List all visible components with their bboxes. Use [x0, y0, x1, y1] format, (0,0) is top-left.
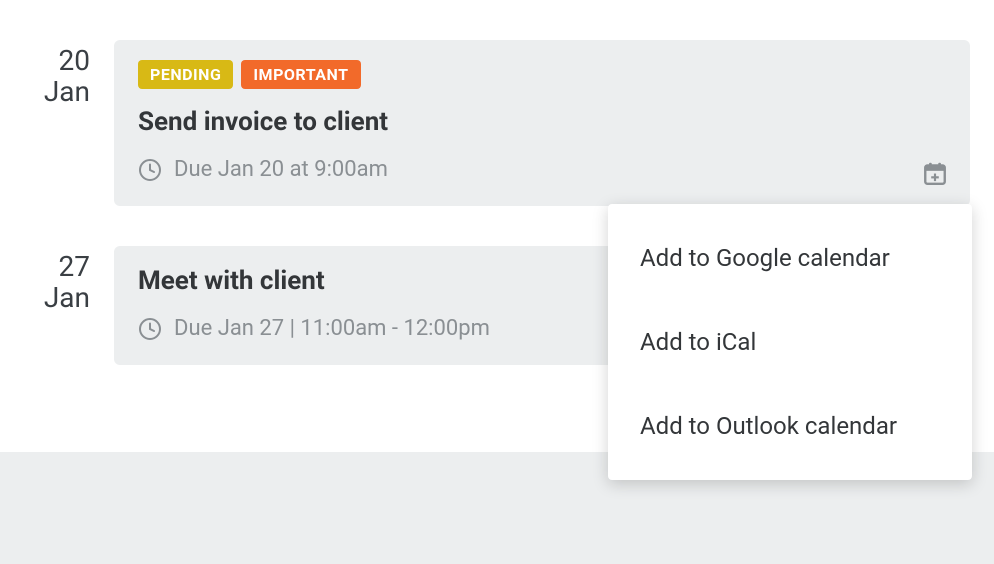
event-date-month: Jan [24, 283, 90, 314]
badge-important: IMPORTANT [241, 60, 360, 89]
menu-item-google-calendar[interactable]: Add to Google calendar [608, 216, 972, 300]
badge-row: PENDING IMPORTANT [138, 60, 946, 89]
event-row: 20 Jan PENDING IMPORTANT Send invoice to… [24, 40, 970, 206]
event-due-text: Due Jan 20 at 9:00am [174, 157, 388, 182]
event-due-text: Due Jan 27 | 11:00am - 12:00pm [174, 316, 490, 341]
event-date-day: 20 [24, 46, 90, 77]
event-due-row: Due Jan 20 at 9:00am [138, 157, 946, 182]
event-date: 20 Jan [24, 40, 114, 206]
calendar-add-icon[interactable] [922, 160, 948, 186]
menu-item-ical[interactable]: Add to iCal [608, 300, 972, 384]
menu-item-outlook-calendar[interactable]: Add to Outlook calendar [608, 384, 972, 468]
event-date-day: 27 [24, 252, 90, 283]
event-date: 27 Jan [24, 246, 114, 365]
event-title: Send invoice to client [138, 107, 946, 137]
event-card[interactable]: PENDING IMPORTANT Send invoice to client… [114, 40, 970, 206]
clock-icon [138, 158, 162, 182]
clock-icon [138, 317, 162, 341]
calendar-export-menu: Add to Google calendar Add to iCal Add t… [608, 204, 972, 480]
event-date-month: Jan [24, 77, 90, 108]
badge-pending: PENDING [138, 60, 233, 89]
